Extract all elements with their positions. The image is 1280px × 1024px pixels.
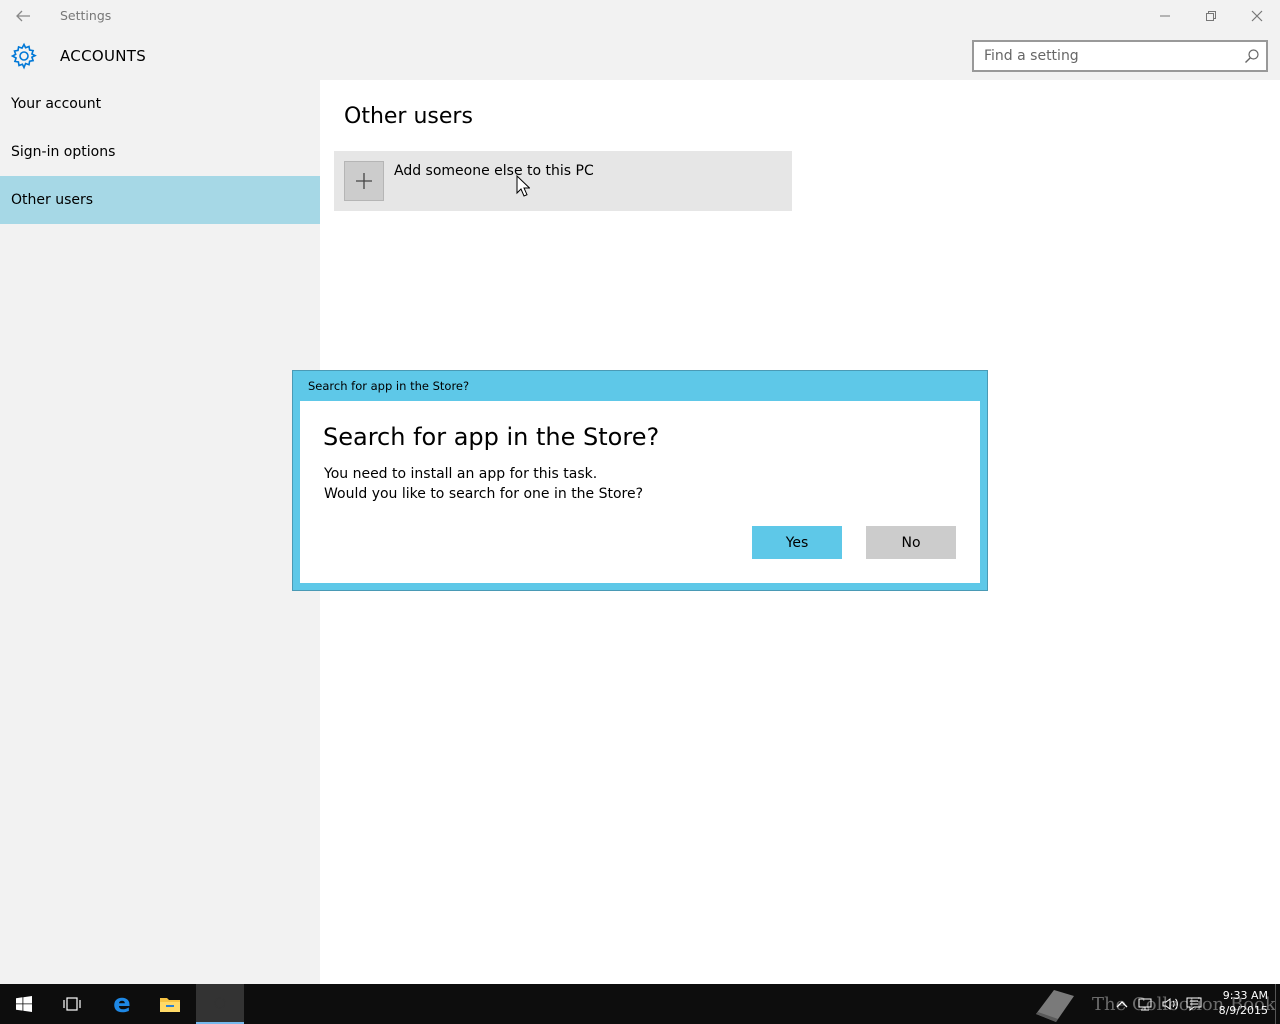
dialog-message-line2: Would you like to search for one in the … bbox=[324, 486, 644, 502]
yes-button[interactable]: Yes bbox=[752, 526, 842, 559]
show-hidden-icons-icon[interactable] bbox=[1112, 994, 1132, 1014]
book-icon bbox=[1036, 990, 1074, 1022]
minimize-icon bbox=[1160, 15, 1170, 17]
minimize-button[interactable] bbox=[1142, 0, 1188, 32]
edge-button[interactable]: e bbox=[98, 984, 146, 1024]
add-user-button[interactable]: Add someone else to this PC bbox=[334, 151, 792, 211]
gear-icon bbox=[10, 42, 37, 70]
windows-start-icon bbox=[16, 996, 32, 1012]
sidebar-item-your-account[interactable]: Your account bbox=[0, 80, 320, 128]
action-center-icon[interactable] bbox=[1184, 994, 1204, 1014]
taskbar: e The Collection Book 9:33 AM 8/9/2015 bbox=[0, 984, 1280, 1024]
dialog-caption: Search for app in the Store? bbox=[308, 379, 470, 393]
clock-time: 9:33 AM bbox=[1222, 989, 1268, 1002]
search-input[interactable] bbox=[984, 42, 1234, 70]
title-bar: Settings bbox=[0, 0, 1280, 32]
file-explorer-button[interactable] bbox=[146, 984, 194, 1024]
edge-icon: e bbox=[113, 992, 131, 1016]
settings-taskbar-button[interactable] bbox=[196, 984, 244, 1024]
back-button[interactable] bbox=[0, 0, 46, 32]
clock-date: 8/9/2015 bbox=[1218, 1004, 1268, 1017]
system-clock[interactable]: 9:33 AM 8/9/2015 bbox=[1210, 988, 1268, 1018]
close-button[interactable] bbox=[1234, 0, 1280, 32]
search-box[interactable] bbox=[972, 40, 1268, 72]
settings-header: ACCOUNTS bbox=[0, 32, 1280, 80]
task-view-icon bbox=[63, 997, 81, 1011]
add-user-label: Add someone else to this PC bbox=[394, 163, 594, 179]
section-title: ACCOUNTS bbox=[60, 47, 147, 65]
search-icon[interactable] bbox=[1244, 48, 1260, 64]
settings-app-icon bbox=[214, 997, 226, 1009]
file-explorer-icon bbox=[160, 998, 180, 1012]
close-icon bbox=[1251, 10, 1263, 22]
plus-icon bbox=[356, 173, 372, 189]
store-search-dialog: Search for app in the Store? Search for … bbox=[292, 370, 988, 591]
svg-text:e: e bbox=[113, 992, 131, 1016]
volume-icon[interactable] bbox=[1160, 994, 1180, 1014]
no-button[interactable]: No bbox=[866, 526, 956, 559]
page-title: Other users bbox=[344, 104, 473, 129]
sidebar-item-sign-in-options[interactable]: Sign-in options bbox=[0, 128, 320, 176]
window-title: Settings bbox=[60, 8, 112, 23]
start-button[interactable] bbox=[0, 984, 48, 1024]
dialog-message-line1: You need to install an app for this task… bbox=[324, 466, 598, 482]
restore-button[interactable] bbox=[1188, 0, 1234, 32]
add-plus-tile bbox=[344, 161, 384, 201]
mouse-cursor-icon bbox=[516, 175, 530, 197]
sidebar: Your account Sign-in options Other users bbox=[0, 80, 320, 984]
task-view-button[interactable] bbox=[48, 984, 96, 1024]
restore-icon bbox=[1206, 11, 1216, 21]
back-arrow-icon bbox=[16, 10, 30, 22]
dialog-heading: Search for app in the Store? bbox=[323, 423, 660, 451]
sidebar-item-other-users[interactable]: Other users bbox=[0, 176, 320, 224]
network-icon[interactable] bbox=[1136, 994, 1156, 1014]
show-desktop-button[interactable] bbox=[1275, 984, 1276, 1024]
dialog-body: Search for app in the Store? You need to… bbox=[300, 401, 980, 583]
